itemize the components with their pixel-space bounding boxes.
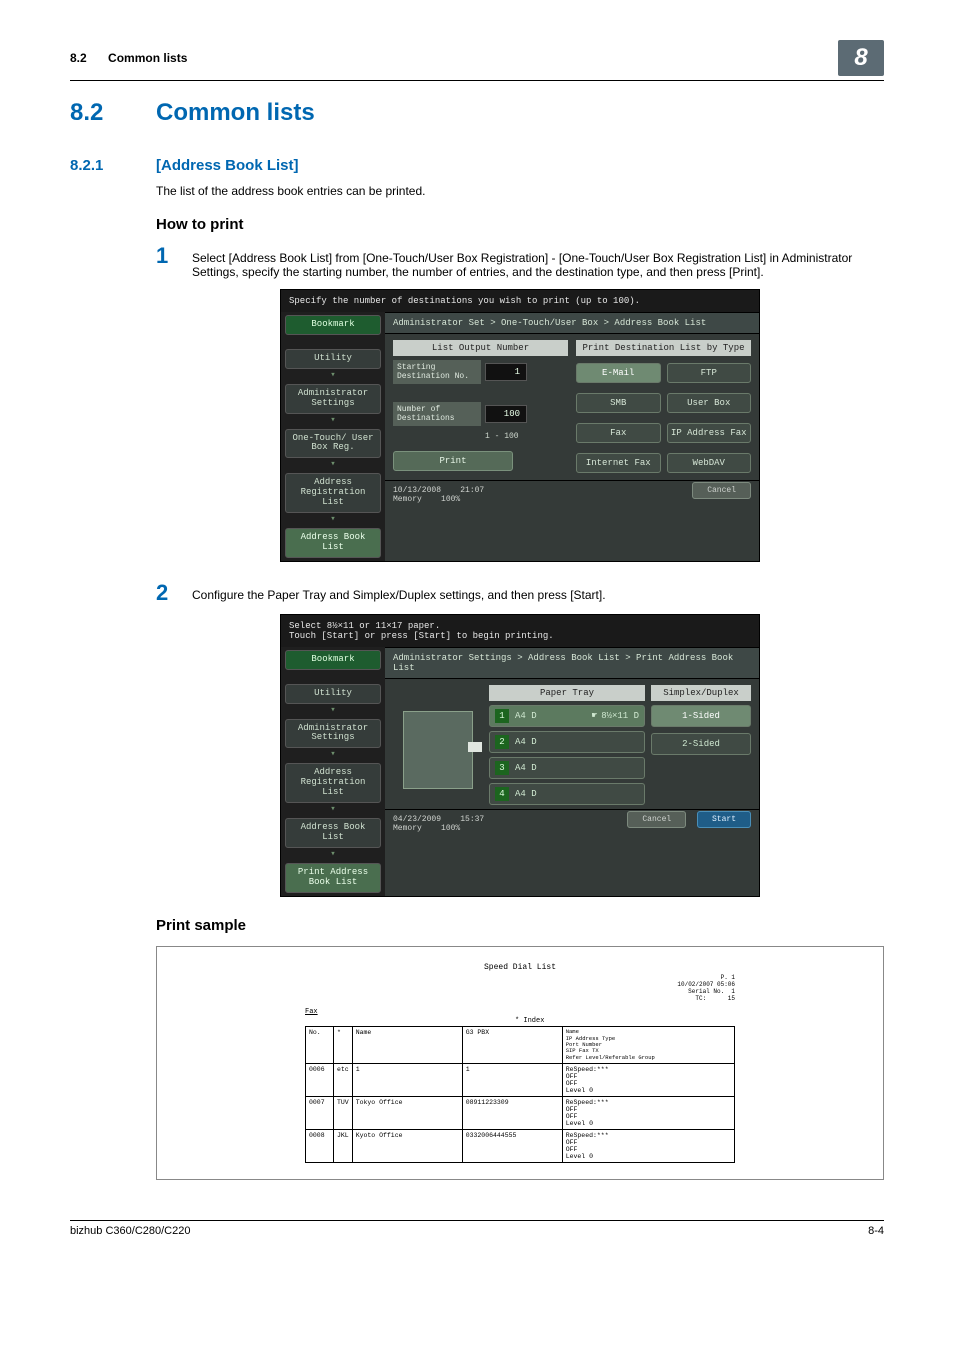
step-1: 1 Select [Address Book List] from [One-T… [156, 245, 884, 279]
arrow-down-icon: ▾ [281, 849, 385, 859]
footer-right: 8-4 [868, 1225, 884, 1237]
chapter-tab: 8 [838, 40, 884, 76]
list-output-label: List Output Number [393, 340, 568, 356]
cancel-button[interactable]: Cancel [627, 811, 686, 828]
type-list-label: Print Destination List by Type [576, 340, 751, 356]
arrow-down-icon: ▾ [281, 749, 385, 759]
table-row: 0008 JKL Kyoto Office 0332006444555 ReSp… [306, 1129, 735, 1162]
page-footer: bizhub C360/C280/C220 8-4 [70, 1220, 884, 1237]
tray-1-button[interactable]: 1 A4 D ☛8½×11 D [489, 705, 645, 727]
bookmark-button[interactable]: Bookmark [285, 315, 381, 335]
panel2-sidebar: Bookmark Utility ▾ Administrator Setting… [281, 647, 385, 896]
howto-heading: How to print [156, 216, 884, 233]
section-title: 8.2Common lists [70, 99, 884, 127]
panel1-date: 10/13/2008 [393, 486, 441, 495]
header-section-name: Common lists [108, 51, 187, 65]
addr-reg-list-button[interactable]: Address Registration List [285, 763, 381, 803]
print-button[interactable]: Print [393, 451, 513, 471]
panel1-mem-value: 100% [441, 495, 460, 504]
printer-icon [403, 711, 473, 789]
tray-3-button[interactable]: 3 A4 D [489, 757, 645, 779]
range-label: 1 - 100 [393, 430, 568, 441]
panel1-sidebar: Bookmark Utility ▾ Administrator Setting… [281, 312, 385, 561]
sheet-fax-label: Fax [305, 1008, 735, 1016]
step-2: 2 Configure the Paper Tray and Simplex/D… [156, 582, 884, 604]
num-dest-value[interactable]: 100 [485, 405, 527, 423]
onetouch-button[interactable]: One-Touch/ User Box Reg. [285, 429, 381, 459]
panel1-breadcrumb: Administrator Set > One-Touch/User Box >… [385, 312, 759, 334]
addr-reg-list-button[interactable]: Address Registration List [285, 473, 381, 513]
tray-4-button[interactable]: 4 A4 D [489, 783, 645, 805]
subsection-title: 8.2.1[Address Book List] [70, 157, 884, 174]
addr-book-list-button[interactable]: Address Book List [285, 528, 381, 558]
starting-dest-value[interactable]: 1 [485, 363, 527, 381]
panel1-time: 21:07 [460, 486, 484, 495]
duplex-header: Simplex/Duplex [651, 685, 751, 701]
utility-button[interactable]: Utility [285, 684, 381, 704]
type-ifax-button[interactable]: Internet Fax [576, 453, 661, 473]
two-sided-button[interactable]: 2-Sided [651, 733, 751, 755]
panel2-breadcrumb: Administrator Settings > Address Book Li… [385, 647, 759, 679]
paper-tray-header: Paper Tray [489, 685, 645, 701]
arrow-down-icon: ▾ [281, 514, 385, 524]
sheet-meta: P. 1 10/02/2007 05:06 Serial No. 1 TC: 1… [305, 974, 735, 1003]
panel-print-address-book-list: Select 8½×11 or 11×17 paper. Touch [Star… [280, 614, 760, 897]
tray-2-button[interactable]: 2 A4 D [489, 731, 645, 753]
panel2-message: Select 8½×11 or 11×17 paper. Touch [Star… [281, 615, 759, 647]
panel2-time: 15:37 [460, 815, 484, 824]
panel2-date: 04/23/2009 [393, 815, 441, 824]
type-ipfax-button[interactable]: IP Address Fax [667, 423, 752, 443]
type-fax-button[interactable]: Fax [576, 423, 661, 443]
admin-settings-button[interactable]: Administrator Settings [285, 384, 381, 414]
arrow-down-icon: ▾ [281, 370, 385, 380]
hand-icon: ☛ [592, 711, 597, 721]
arrow-down-icon: ▾ [281, 415, 385, 425]
starting-dest-label: Starting Destination No. [393, 360, 481, 384]
panel-address-book-list: Specify the number of destinations you w… [280, 289, 760, 562]
addr-book-list-button[interactable]: Address Book List [285, 818, 381, 848]
sheet-title: Speed Dial List [305, 963, 735, 972]
utility-button[interactable]: Utility [285, 349, 381, 369]
arrow-down-icon: ▾ [281, 459, 385, 469]
type-userbox-button[interactable]: User Box [667, 393, 752, 413]
sheet-table: No. * Name G3 PBX Name IP Address Type P… [305, 1026, 735, 1163]
intro-para: The list of the address book entries can… [156, 184, 884, 198]
cancel-button[interactable]: Cancel [692, 482, 751, 499]
panel1-mem-label: Memory [393, 495, 422, 504]
bookmark-button[interactable]: Bookmark [285, 650, 381, 670]
arrow-down-icon: ▾ [281, 705, 385, 715]
type-email-button[interactable]: E-Mail [576, 363, 661, 383]
one-sided-button[interactable]: 1-Sided [651, 705, 751, 727]
type-webdav-button[interactable]: WebDAV [667, 453, 752, 473]
panel2-mem-value: 100% [441, 824, 460, 833]
arrow-down-icon: ▾ [281, 804, 385, 814]
footer-left: bizhub C360/C280/C220 [70, 1225, 190, 1237]
print-sample-sheet: Speed Dial List P. 1 10/02/2007 05:06 Se… [156, 946, 884, 1180]
sheet-index-label: * Index [515, 1017, 735, 1025]
type-smb-button[interactable]: SMB [576, 393, 661, 413]
print-sample-heading: Print sample [156, 917, 884, 934]
num-dest-label: Number of Destinations [393, 402, 481, 426]
panel1-message: Specify the number of destinations you w… [281, 290, 759, 312]
header-section-no: 8.2 [70, 51, 87, 65]
panel2-mem-label: Memory [393, 824, 422, 833]
admin-settings-button[interactable]: Administrator Settings [285, 719, 381, 749]
table-row: 0007 TUV Tokyo Office 08911223309 ReSpee… [306, 1096, 735, 1129]
print-addr-book-list-button[interactable]: Print Address Book List [285, 863, 381, 893]
table-row: 0006 etc 1 1 ReSpeed:*** OFF OFF Level 0 [306, 1063, 735, 1096]
start-button[interactable]: Start [697, 811, 751, 828]
type-ftp-button[interactable]: FTP [667, 363, 752, 383]
running-header: 8.2 Common lists 8 [70, 40, 884, 81]
sheet-legend: Name IP Address Type Port Number SIP Fax… [566, 1029, 731, 1061]
